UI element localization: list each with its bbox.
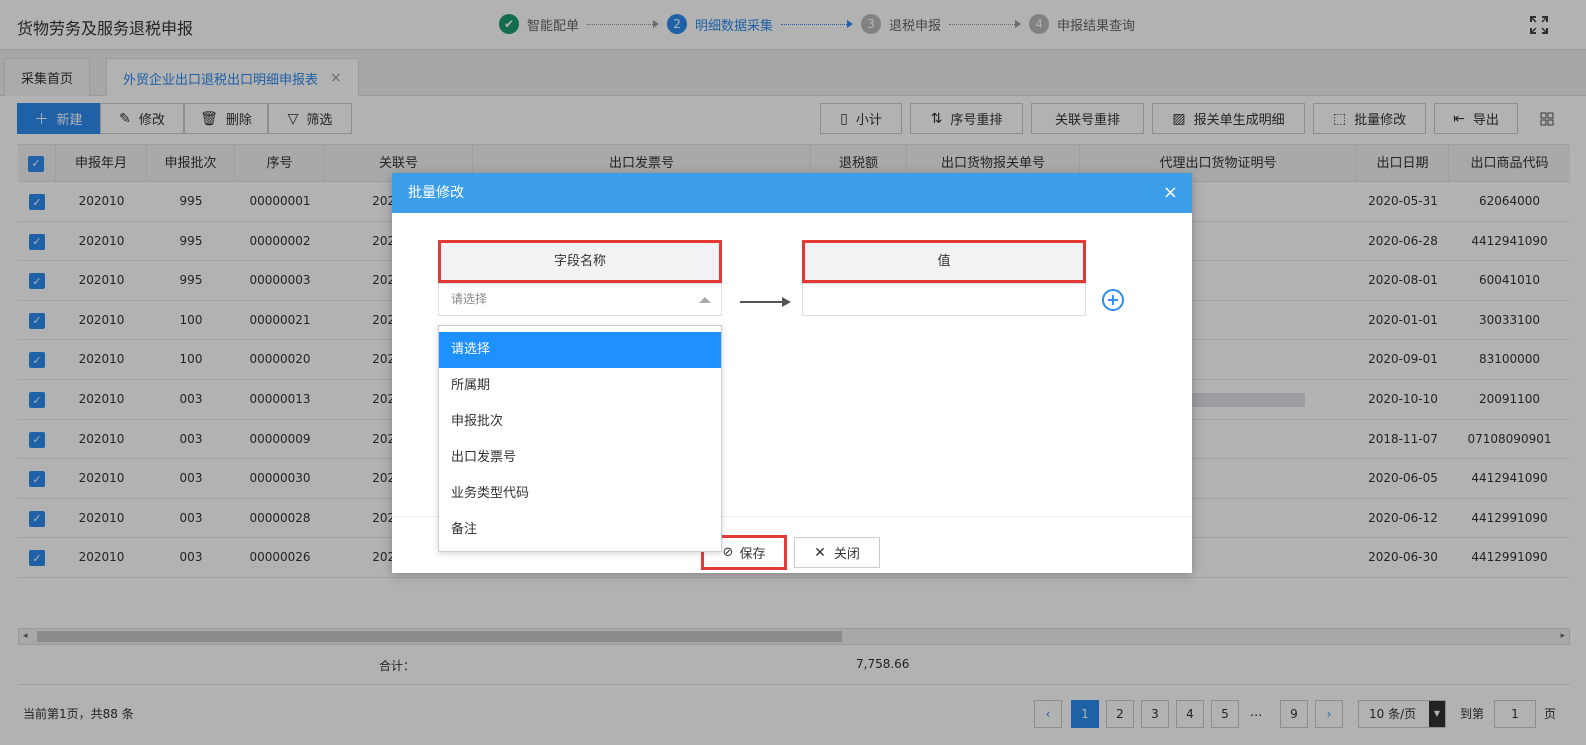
value-header: 值 bbox=[802, 240, 1086, 283]
dropdown-option[interactable]: 请选择 bbox=[439, 332, 721, 368]
dropdown-option[interactable]: 备注 bbox=[439, 512, 721, 548]
close-button[interactable]: ✕ 关闭 bbox=[794, 537, 880, 568]
close-icon[interactable]: × bbox=[1163, 173, 1178, 213]
dropdown-option[interactable]: 所属期 bbox=[439, 368, 721, 404]
dialog-title: 批量修改 bbox=[408, 185, 464, 201]
button-label: 关闭 bbox=[833, 547, 860, 562]
dropdown-option[interactable]: 出口发票号 bbox=[439, 440, 721, 476]
button-label: 保存 bbox=[739, 547, 766, 562]
field-dropdown: 请选择 所属期 申报批次 出口发票号 业务类型代码 备注 bbox=[438, 325, 722, 552]
check-circle-icon: ⊘ bbox=[722, 545, 734, 560]
value-input[interactable] bbox=[802, 283, 1086, 316]
field-name-header: 字段名称 bbox=[438, 240, 722, 283]
arrow-right-icon bbox=[740, 301, 784, 303]
x-icon: ✕ bbox=[814, 544, 826, 561]
arrow-head bbox=[782, 297, 791, 307]
field-select-placeholder: 请选择 bbox=[451, 292, 488, 306]
add-row-icon[interactable]: + bbox=[1102, 289, 1124, 311]
dropdown-option[interactable]: 申报批次 bbox=[439, 404, 721, 440]
field-select[interactable]: 请选择 bbox=[438, 283, 722, 316]
batch-edit-dialog: 批量修改 × 字段名称 值 请选择 + 请选择 所属期 申报批次 出口发票号 业… bbox=[392, 173, 1192, 573]
dropdown-option[interactable]: 业务类型代码 bbox=[439, 476, 721, 512]
dialog-header: 批量修改 × bbox=[392, 173, 1192, 213]
chevron-up-icon bbox=[699, 297, 711, 303]
